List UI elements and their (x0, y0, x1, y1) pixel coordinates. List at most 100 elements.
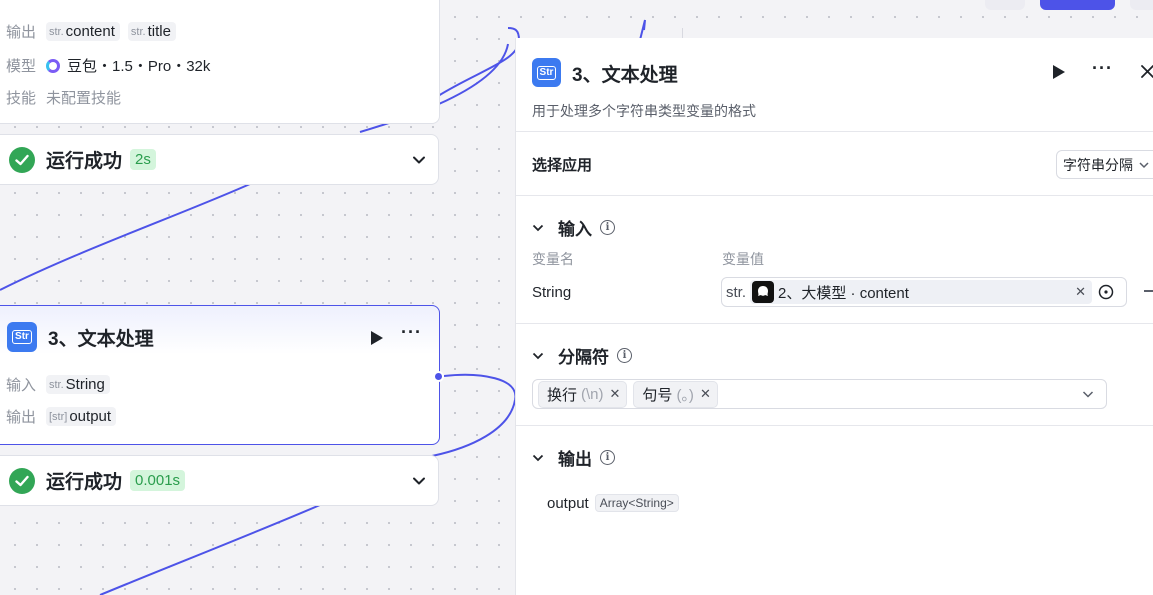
llm-node-card[interactable]: 输出 str. content str. title 模型 豆包・1.5・Pro… (0, 0, 440, 124)
edge-run2-left (99, 504, 321, 595)
node-settings-panel: Str 3、文本处理 ··· 用于处理多个字符串类型变量的格式 选择应用 字符串… (515, 38, 1153, 595)
play-icon[interactable] (1052, 64, 1066, 80)
input-label: 输入 (6, 377, 37, 394)
var-type-prefix: str. (726, 283, 747, 301)
input-section-title: 输入 (558, 220, 592, 239)
llm-output-var: str. content (46, 22, 120, 41)
var-type-tag: str. (130, 25, 146, 38)
model-label: 模型 (6, 58, 37, 75)
chevron-down-icon[interactable] (412, 153, 426, 167)
tag-sub: (\n) (581, 385, 604, 403)
run-status-bar[interactable]: 运行成功 0.001s (0, 455, 439, 506)
separator-multiselect[interactable]: 换行 (\n) ✕ 句号 (。) ✕ (532, 379, 1107, 409)
var-name: content (65, 23, 115, 40)
run-status-bar[interactable]: 运行成功 2s (0, 134, 439, 185)
tag-label: 句号 (642, 386, 673, 404)
select-app-value: 字符串分隔 (1063, 156, 1133, 173)
variable-picker-icon[interactable] (1098, 284, 1114, 300)
play-icon[interactable] (370, 330, 384, 346)
edge-text-out (443, 373, 517, 401)
divider (516, 425, 1153, 426)
edge-text-down (431, 399, 516, 457)
output-section-title: 输出 (558, 450, 592, 469)
toolbar-button[interactable] (985, 0, 1025, 10)
close-icon[interactable] (1140, 64, 1153, 79)
node-header: Str 3、文本处理 (7, 322, 154, 352)
select-app-label: 选择应用 (532, 157, 593, 174)
edge-llm-out (437, 27, 521, 97)
output-var-row: output Array<String> (547, 494, 679, 512)
clear-icon[interactable]: ✕ (1075, 284, 1086, 300)
more-icon[interactable]: ··· (1092, 58, 1113, 79)
collapse-chevron-icon[interactable] (532, 350, 544, 362)
info-icon[interactable]: i (617, 348, 632, 363)
run-time-badge: 2s (130, 149, 156, 170)
chevron-down-icon[interactable] (1082, 388, 1094, 400)
output-var-name: output (547, 494, 589, 512)
run-time-badge: 0.001s (130, 470, 186, 491)
collapse-chevron-icon[interactable] (532, 452, 544, 464)
separator-tag: 换行 (\n) ✕ (538, 380, 628, 408)
output-label: 输出 (6, 409, 37, 426)
check-circle-icon (9, 467, 35, 494)
info-icon[interactable]: i (600, 220, 615, 235)
llm-model-row: 模型 豆包・1.5・Pro・32k (6, 55, 210, 76)
toolbar-button-2[interactable] (1130, 0, 1153, 10)
llm-output-label: 输出 (6, 24, 37, 41)
col-var-name-header: 变量名 (532, 251, 574, 267)
skill-value: 未配置技能 (46, 90, 122, 107)
var-ref-text: 2、大模型 · content (778, 284, 909, 302)
var-type-tag: [str] (49, 410, 68, 423)
tag-sub: (。) (676, 386, 694, 404)
str-icon: Str (532, 58, 561, 87)
llm-output-row: 输出 str. content str. title (6, 21, 184, 42)
collapse-chevron-icon[interactable] (532, 222, 544, 234)
edge-top (639, 19, 646, 41)
remove-row-icon[interactable] (1144, 290, 1153, 292)
col-var-value-header: 变量值 (722, 251, 764, 267)
check-circle-icon (9, 146, 35, 173)
node-output-row: 输出 [str] output (6, 406, 124, 427)
input-var-value-field[interactable]: str. 2、大模型 · content ✕ (721, 277, 1127, 307)
divider (682, 28, 683, 38)
remove-tag-icon[interactable]: ✕ (610, 386, 621, 402)
node-input-row: 输入 str. String (6, 374, 118, 395)
separator-section-header[interactable]: 分隔符 i (532, 343, 632, 368)
output-port[interactable] (433, 371, 444, 382)
skill-label: 技能 (6, 90, 37, 107)
llm-skill-row: 技能 未配置技能 (6, 87, 121, 108)
publish-button[interactable] (1040, 0, 1115, 10)
separator-tag: 句号 (。) ✕ (633, 380, 718, 408)
divider (516, 131, 1153, 132)
input-var-name: String (532, 284, 572, 301)
divider (516, 195, 1153, 196)
str-icon: Str (7, 322, 37, 352)
model-value: 豆包・1.5・Pro・32k (67, 58, 211, 75)
text-process-node-card[interactable]: Str 3、文本处理 ··· 输入 str. String 输出 [str] o… (0, 305, 440, 445)
var-name: String (65, 376, 105, 393)
edge-run1-left (0, 183, 251, 291)
info-icon[interactable]: i (600, 450, 615, 465)
llm-output-var: str. title (127, 22, 176, 41)
var-ref-chip[interactable]: 2、大模型 · content ✕ (750, 280, 1093, 304)
remove-tag-icon[interactable]: ✕ (700, 386, 711, 402)
panel-description: 用于处理多个字符串类型变量的格式 (532, 103, 756, 119)
output-section-header[interactable]: 输出 i (532, 445, 615, 470)
var-name: title (147, 23, 171, 40)
more-icon[interactable]: ··· (401, 322, 422, 343)
var-name: output (69, 408, 112, 425)
separator-section-title: 分隔符 (558, 348, 609, 367)
output-var-type: Array<String> (594, 494, 679, 512)
input-section-header[interactable]: 输入 i (532, 215, 615, 240)
output-var: [str] output (46, 407, 117, 426)
divider (516, 323, 1153, 324)
run-status-text: 运行成功 (46, 151, 123, 172)
var-type-tag: str. (49, 378, 64, 391)
run-status-text: 运行成功 (46, 472, 123, 493)
doubao-icon (46, 58, 60, 73)
var-type-tag: str. (49, 25, 64, 38)
chevron-down-icon[interactable] (412, 474, 426, 488)
node-title: 3、文本处理 (48, 328, 154, 350)
select-app-dropdown[interactable]: 字符串分隔 (1056, 150, 1153, 179)
chevron-down-icon (1139, 161, 1149, 168)
